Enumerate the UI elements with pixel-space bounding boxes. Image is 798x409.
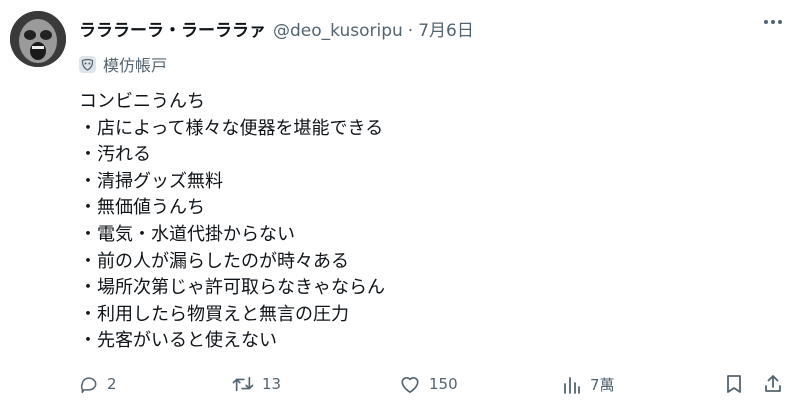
- post-line: ・店によって様々な便器を堪能できる: [79, 117, 384, 139]
- reply-icon: [80, 377, 97, 394]
- post-line: ・清掃グッズ無料: [79, 170, 223, 192]
- action-bar: 2 13 150 7萬: [79, 374, 784, 400]
- like-button[interactable]: 150: [399, 374, 458, 394]
- avatar[interactable]: [10, 11, 66, 67]
- reply-count: 2: [107, 375, 117, 393]
- post-line: ・利用したら物買えと無言の圧力: [79, 303, 349, 325]
- views-icon: [564, 376, 580, 394]
- share-button[interactable]: [763, 374, 783, 394]
- post-line: ・無価値うんち: [79, 197, 205, 219]
- repost-icon: [232, 376, 254, 392]
- post-line: ・電気・水道代掛からない: [79, 223, 295, 245]
- post-text: コンビニうんち ・店によって様々な便器を堪能できる ・汚れる ・清掃グッズ無料 …: [79, 89, 385, 355]
- post-line: ・場所次第じゃ許可取らなきゃならん: [79, 277, 385, 299]
- post-date[interactable]: 7月6日: [418, 16, 474, 41]
- share-icon: [765, 375, 781, 392]
- mask-icon: [79, 55, 96, 73]
- bookmark-icon: [727, 375, 741, 393]
- post-line: コンビニうんち: [79, 91, 205, 112]
- heart-icon: [401, 377, 419, 393]
- more-icon[interactable]: [764, 20, 782, 24]
- post-line: ・汚れる: [79, 144, 151, 166]
- post-line: ・前の人が漏らしたのが時々ある: [79, 250, 349, 272]
- account-label[interactable]: 模仿帳戸: [79, 52, 167, 76]
- views-count: 7萬: [590, 376, 615, 394]
- separator-dot: ·: [407, 21, 414, 41]
- post-header: ラララーラ・ラーララァ @deo_kusoripu · 7月6日: [79, 16, 474, 41]
- reply-button[interactable]: 2: [79, 374, 117, 394]
- repost-count: 13: [262, 375, 282, 393]
- post-line: ・先客がいると使えない: [79, 330, 277, 352]
- account-label-text: 模仿帳戸: [103, 56, 168, 75]
- like-count: 150: [429, 375, 458, 393]
- user-handle[interactable]: @deo_kusoripu: [273, 21, 403, 41]
- bookmark-button[interactable]: [725, 374, 743, 394]
- views-button[interactable]: 7萬: [562, 374, 615, 395]
- display-name[interactable]: ラララーラ・ラーララァ: [79, 16, 266, 41]
- repost-button[interactable]: 13: [232, 374, 281, 394]
